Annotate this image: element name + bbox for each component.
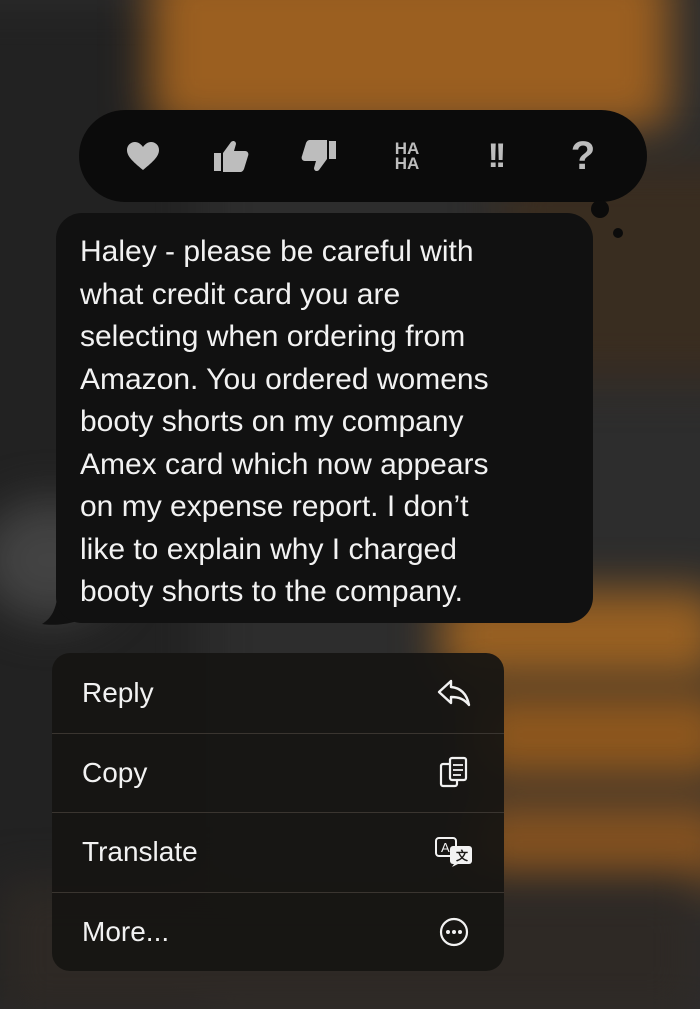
translate-icon: A文: [434, 832, 474, 872]
thumbs-up-icon[interactable]: [207, 132, 255, 180]
menu-item-reply[interactable]: Reply: [52, 653, 504, 733]
message-line: Haley - please be careful with: [80, 235, 474, 268]
message-line: booty shorts on my company: [80, 405, 464, 438]
message-line: Amazon. You ordered womens: [80, 362, 489, 396]
exclamation-icon[interactable]: !!: [471, 132, 519, 180]
copy-icon: [434, 753, 474, 793]
menu-item-translate[interactable]: Translate A文: [52, 812, 504, 892]
message-bubble[interactable]: Haley - please be careful with what cred…: [56, 213, 593, 623]
reply-icon: [434, 673, 474, 713]
context-menu: Reply Copy Translate A文 More...: [52, 653, 504, 971]
question-icon[interactable]: ?: [559, 132, 607, 180]
menu-item-label: Translate: [82, 836, 198, 868]
message-line: what credit card you are: [80, 277, 401, 311]
more-icon: [434, 912, 474, 952]
heart-icon[interactable]: [119, 132, 167, 180]
thumbs-down-icon[interactable]: [295, 132, 343, 180]
tapback-bar: HA HA !! ?: [79, 110, 647, 238]
svg-text:A: A: [441, 840, 450, 855]
menu-item-label: Reply: [82, 676, 154, 708]
svg-text:文: 文: [456, 848, 469, 863]
message-line: like to explain why I charged: [80, 532, 457, 566]
menu-item-more[interactable]: More...: [52, 891, 504, 972]
message-line: selecting when ordering from: [80, 320, 466, 353]
menu-item-copy[interactable]: Copy: [52, 732, 504, 813]
message-line: on my expense report. I don’t: [80, 490, 469, 523]
haha-icon[interactable]: HA HA: [383, 132, 431, 180]
tapback-tail-dot-small: [613, 228, 623, 238]
menu-item-label: More...: [82, 915, 170, 947]
menu-item-label: Copy: [82, 756, 148, 788]
message-line: booty shorts to the company.: [80, 575, 463, 608]
tapback-tail-dot: [591, 200, 609, 218]
message-line: Amex card which now appears: [80, 447, 489, 481]
